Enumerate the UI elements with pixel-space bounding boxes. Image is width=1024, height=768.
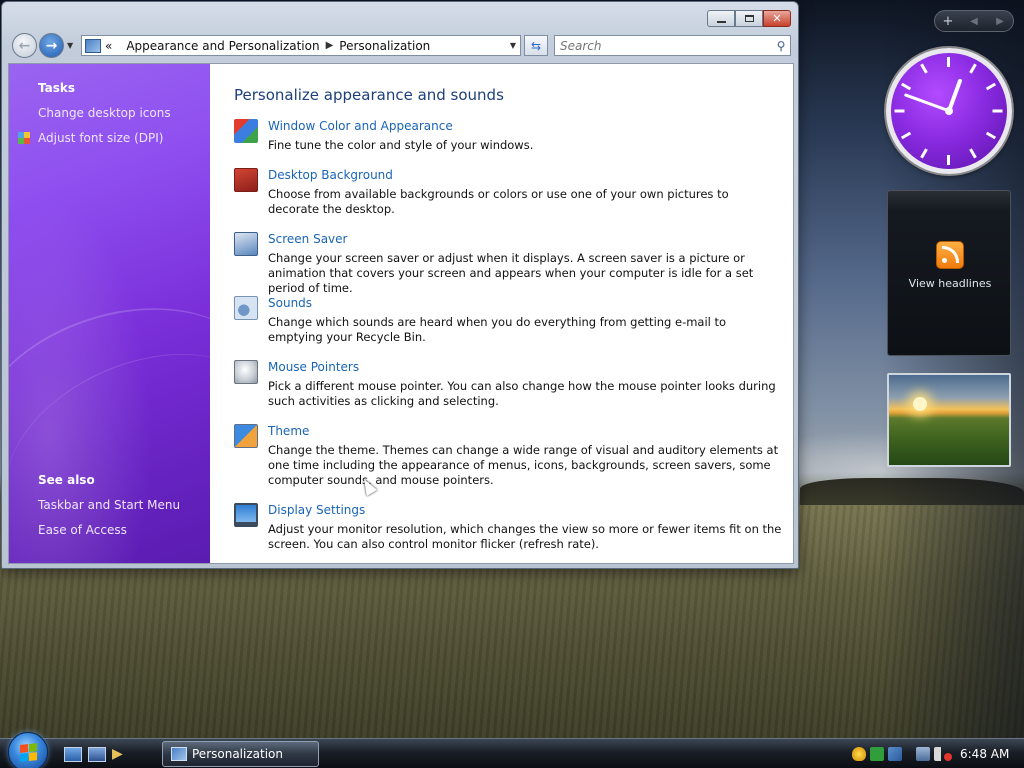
defender-check-icon[interactable] — [870, 747, 884, 761]
notification-area: 6:48 AM — [852, 741, 1020, 767]
item-description: Change your screen saver or adjust when … — [268, 251, 754, 295]
network-icon[interactable] — [888, 747, 902, 761]
sounds-icon[interactable] — [234, 296, 258, 320]
minimize-button[interactable] — [707, 10, 735, 27]
item-description: Fine tune the color and style of your wi… — [268, 138, 534, 152]
switch-windows-icon[interactable] — [88, 747, 106, 762]
sidebar-toolbar: + ◀ ▶ — [934, 10, 1014, 32]
control-panel-icon — [171, 747, 187, 761]
theme-icon[interactable] — [234, 424, 258, 448]
mouse-pointers-icon[interactable] — [234, 360, 258, 384]
control-panel-icon — [85, 38, 101, 53]
desktop-background-icon[interactable] — [234, 168, 258, 192]
see-also-heading: See also — [38, 473, 95, 487]
clock-tick — [900, 82, 912, 91]
breadcrumb-overflow[interactable]: « — [105, 39, 112, 53]
clock-tick — [969, 148, 977, 159]
caption-buttons: ✕ — [707, 10, 791, 27]
theme-link[interactable]: Theme — [268, 424, 309, 438]
mouse-pointers-link[interactable]: Mouse Pointers — [268, 360, 359, 374]
maximize-button[interactable] — [735, 10, 763, 27]
windows-logo-icon — [20, 743, 37, 762]
item-description: Change the theme. Themes can change a wi… — [268, 443, 779, 487]
clock-tick — [920, 148, 928, 159]
item-description: Adjust your monitor resolution, which ch… — [268, 522, 782, 551]
item-description: Choose from available backgrounds or col… — [268, 187, 729, 216]
personalization-window: ✕ ← → ▼ « Appearance and Personalization… — [1, 1, 799, 569]
adjust-font-size-link[interactable]: Adjust font size (DPI) — [38, 131, 163, 145]
taskbar: ▶ Personalization 6:48 AM — [0, 732, 1024, 768]
clock-minute-hand — [903, 93, 951, 113]
search-icon[interactable]: ⚲ — [772, 39, 790, 53]
window-content: Tasks Change desktop icons Adjust font s… — [8, 63, 794, 564]
show-desktop-icon[interactable] — [64, 747, 82, 762]
taskbar-personalization-button[interactable]: Personalization — [162, 741, 319, 767]
clock-tick — [985, 131, 997, 140]
breadcrumb-arrow-icon[interactable]: ▶ — [326, 40, 334, 51]
clock-tick — [894, 109, 905, 113]
feed-label[interactable]: View headlines — [888, 277, 1012, 290]
security-alert-icon[interactable] — [852, 747, 866, 761]
close-icon: ✕ — [772, 12, 782, 25]
tasks-heading: Tasks — [38, 81, 76, 95]
minimize-icon — [716, 20, 726, 23]
sounds-link[interactable]: Sounds — [268, 296, 312, 310]
feed-headlines-gadget[interactable]: View headlines — [887, 190, 1011, 356]
desktop-background-link[interactable]: Desktop Background — [268, 168, 393, 182]
back-button[interactable]: ← — [12, 33, 37, 58]
task-pane: Tasks Change desktop icons Adjust font s… — [9, 64, 304, 563]
clock-tick — [920, 63, 928, 74]
add-gadget-icon[interactable]: + — [937, 14, 959, 29]
taskbar-clock[interactable]: 6:48 AM — [960, 747, 1009, 761]
main-pane: Personalize appearance and sounds Window… — [210, 64, 793, 563]
screen-saver-icon[interactable] — [234, 232, 258, 256]
recent-pages-dropdown[interactable]: ▼ — [67, 41, 73, 50]
clock-gadget[interactable] — [886, 48, 1012, 174]
clock-tick — [992, 109, 1003, 113]
breadcrumb-personalization[interactable]: Personalization — [339, 39, 430, 53]
navigation-bar: ← → ▼ « Appearance and Personalization ▶… — [9, 33, 791, 59]
window-color-icon[interactable] — [234, 119, 258, 143]
refresh-icon: ⇆ — [530, 38, 542, 53]
close-button[interactable]: ✕ — [763, 10, 791, 27]
clock-tick — [985, 82, 997, 91]
clock-tick — [947, 155, 950, 165]
rss-icon — [936, 241, 964, 269]
clock-tick — [947, 57, 950, 67]
change-desktop-icons-link[interactable]: Change desktop icons — [38, 106, 171, 120]
window-color-link[interactable]: Window Color and Appearance — [268, 119, 453, 133]
item-description: Change which sounds are heard when you d… — [268, 315, 727, 344]
ease-of-access-link[interactable]: Ease of Access — [38, 523, 127, 537]
address-bar[interactable]: « Appearance and Personalization ▶ Perso… — [81, 35, 521, 56]
item-description: Pick a different mouse pointer. You can … — [268, 379, 776, 408]
refresh-button[interactable]: ⇆ — [524, 35, 548, 56]
forward-button[interactable]: → — [39, 33, 64, 58]
display-settings-icon[interactable] — [234, 503, 258, 527]
start-button[interactable] — [8, 732, 48, 768]
clock-tick — [969, 63, 977, 74]
clock-center-pin — [945, 107, 953, 115]
slideshow-sun — [913, 397, 927, 411]
next-gadget-icon[interactable]: ▶ — [989, 16, 1011, 27]
page-title: Personalize appearance and sounds — [234, 86, 504, 104]
search-input[interactable] — [555, 36, 772, 55]
slideshow-gadget[interactable] — [887, 373, 1011, 467]
taskbar-button-label: Personalization — [192, 747, 283, 761]
search-box[interactable]: ⚲ — [554, 35, 791, 56]
display-settings-link[interactable]: Display Settings — [268, 503, 365, 517]
monitor-icon[interactable] — [916, 747, 930, 761]
previous-gadget-icon[interactable]: ◀ — [963, 16, 985, 27]
maximize-icon — [744, 15, 754, 22]
breadcrumb-appearance[interactable]: Appearance and Personalization — [126, 39, 319, 53]
media-player-icon[interactable]: ▶ — [112, 747, 130, 762]
screen-saver-link[interactable]: Screen Saver — [268, 232, 347, 246]
uac-shield-icon — [18, 132, 31, 145]
clock-tick — [900, 131, 912, 140]
address-dropdown-icon[interactable]: ▼ — [510, 41, 516, 50]
taskbar-start-menu-link[interactable]: Taskbar and Start Menu — [38, 498, 180, 512]
mute-indicator-icon — [944, 753, 952, 761]
